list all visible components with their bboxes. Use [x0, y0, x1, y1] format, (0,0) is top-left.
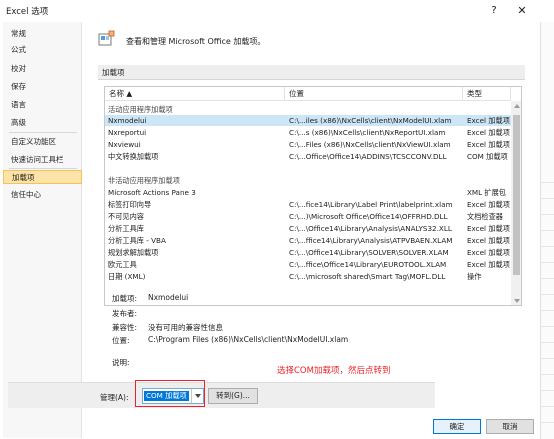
detail-desc-label: 说明:	[112, 358, 130, 367]
addin-name: 分析工具库	[108, 224, 144, 233]
sidebar-item-formulas[interactable]: 公式	[3, 43, 82, 57]
addin-type: 操作	[467, 272, 482, 281]
title-bar: Excel 选项 ? ✕	[0, 0, 554, 20]
table-row[interactable]: 分析工具库 C:\...\Office14\Library\Analysis\A…	[105, 223, 511, 234]
addin-type: XML 扩展包	[467, 188, 506, 197]
addin-name: Nxviewui	[108, 140, 141, 149]
column-header-location[interactable]: 位置	[285, 87, 463, 101]
scroll-up-arrow-icon[interactable]	[514, 104, 520, 108]
addin-location: C:\...\microsoft shared\Smart Tag\MOFL.D…	[289, 272, 446, 281]
detail-location-label: 位置:	[112, 336, 130, 345]
table-row[interactable]: Nxmodelui C:\...iles (x86)\NxCells\clien…	[105, 115, 511, 126]
table-row[interactable]: 不可见内容 C:\...)\Microsoft Office\Office14\…	[105, 211, 511, 222]
sidebar-divider	[9, 132, 77, 133]
sidebar: 常规 公式 校对 保存 语言 高级 自定义功能区 快速访问工具栏 加载项 信任中…	[3, 22, 82, 438]
detail-compat-label: 兼容性:	[112, 323, 138, 332]
sidebar-item-proofing[interactable]: 校对	[3, 62, 82, 76]
sidebar-item-customize-ribbon[interactable]: 自定义功能区	[3, 135, 82, 149]
scroll-down-arrow-icon[interactable]	[514, 299, 520, 303]
addin-type: COM 加载项	[467, 152, 508, 161]
sidebar-item-trust-center[interactable]: 信任中心	[3, 188, 82, 202]
sidebar-item-save[interactable]: 保存	[3, 80, 82, 94]
addin-location: C:\...ffice14\Library\Analysis\ATPVBAEN.…	[289, 236, 453, 245]
addin-location: C:\...fice14\Library\Label Print\labelpr…	[289, 200, 453, 209]
scroll-thumb[interactable]	[513, 115, 520, 275]
addin-type: Excel 加载项	[467, 140, 510, 149]
table-row[interactable]: 标签打印向导 C:\...fice14\Library\Label Print\…	[105, 199, 511, 210]
ok-button[interactable]: 确定	[433, 419, 481, 434]
sidebar-item-addins[interactable]: 加载项	[3, 170, 82, 184]
addin-name: 不可见内容	[108, 212, 144, 221]
addin-type: Excel 加载项	[467, 116, 510, 125]
sidebar-item-quick-access-toolbar[interactable]: 快速访问工具栏	[3, 153, 82, 167]
background-worksheet	[540, 22, 554, 439]
table-row[interactable]: Nxreportui C:\...s (x86)\NxCells\client\…	[105, 127, 511, 138]
addin-name: 分析工具库 - VBA	[108, 236, 166, 245]
detail-compat-value: 没有可用的兼容性信息	[148, 323, 223, 332]
addin-name: 标签打印向导	[108, 200, 152, 209]
table-row[interactable]: 欧元工具 C:\...ffice\Office14\Library\EUROTO…	[105, 259, 511, 270]
sidebar-divider	[9, 168, 77, 169]
addin-location: C:\...)\Microsoft Office\Office14\OFFRHD…	[289, 212, 448, 221]
addin-name: Nxmodelui	[108, 116, 147, 125]
addin-name: 欧元工具	[108, 260, 137, 269]
addins-icon	[98, 30, 115, 46]
go-button[interactable]: 转到(G)...	[208, 388, 258, 404]
addin-location: C:\...iles (x86)\NxCells\client\NxModelU…	[289, 116, 452, 125]
annotation-text: 选择COM加载项，然后点转到	[277, 366, 391, 376]
addin-name: 规划求解加载项	[108, 248, 159, 257]
inactive-group-title: 非活动应用程序加载项	[108, 176, 180, 185]
addin-name: Nxreportui	[108, 128, 147, 137]
addin-type: Excel 加载项	[467, 128, 510, 137]
table-row[interactable]: 分析工具库 - VBA C:\...ffice14\Library\Analys…	[105, 235, 511, 246]
active-group-title: 活动应用程序加载项	[108, 105, 173, 114]
close-button[interactable]: ✕	[514, 3, 530, 18]
detail-addin-label: 加载项:	[112, 294, 138, 303]
addin-location: C:\...\Office14\Library\SOLVER\SOLVER.XL…	[289, 248, 449, 257]
addin-name: Microsoft Actions Pane 3	[108, 188, 196, 197]
addin-name: 中文转换加载项	[108, 152, 159, 161]
detail-location-value: C:\Program Files (x86)\NxCells\client\Nx…	[148, 335, 349, 344]
addin-type: Excel 加载项	[467, 248, 510, 257]
column-header-name[interactable]: 名称 ▲	[105, 87, 285, 101]
manage-label: 管理(A):	[100, 393, 129, 402]
addin-type: Excel 加载项	[467, 260, 510, 269]
addin-location: C:\...s (x86)\NxCells\client\NxReportUI.…	[289, 128, 446, 137]
addins-list[interactable]: 名称 ▲ 位置 类型 活动应用程序加载项 Nxmodelui C:\...ile…	[104, 86, 522, 306]
column-header-type[interactable]: 类型	[463, 87, 511, 101]
cancel-button[interactable]: 取消	[486, 419, 534, 434]
table-row[interactable]: 规划求解加载项 C:\...\Office14\Library\SOLVER\S…	[105, 247, 511, 258]
section-header-addins: 加载项	[98, 65, 525, 80]
addin-type: Excel 加载项	[467, 200, 510, 209]
table-row[interactable]: 中文转换加载项 C:\...Office\Office14\ADDINS\TCS…	[105, 151, 511, 162]
addin-name: 日期 (XML)	[108, 272, 146, 281]
annotation-highlight-box	[135, 380, 205, 407]
addin-location: C:\...Files (x86)\NxCells\client\NxViewU…	[289, 140, 451, 149]
sidebar-item-language[interactable]: 语言	[3, 98, 82, 112]
detail-publisher-label: 发布者:	[112, 309, 138, 318]
help-button[interactable]: ?	[486, 3, 502, 18]
addin-type: Excel 加载项	[467, 236, 510, 245]
addin-location: C:\...ffice\Office14\Library\EUROTOOL.XL…	[289, 260, 447, 269]
table-row[interactable]: Microsoft Actions Pane 3 XML 扩展包	[105, 187, 511, 198]
table-row[interactable]: Nxviewui C:\...Files (x86)\NxCells\clien…	[105, 139, 511, 150]
addin-type: 文档检查器	[467, 212, 503, 221]
addin-location: C:\...Office\Office14\ADDINS\TCSCCONV.DL…	[289, 152, 447, 161]
addin-location: C:\...\Office14\Library\Analysis\ANALYS3…	[289, 224, 452, 233]
window-title: Excel 选项	[6, 7, 49, 17]
list-scrollbar[interactable]	[511, 101, 521, 305]
main-content: 查看和管理 Microsoft Office 加载项。 加载项 名称 ▲ 位置 …	[90, 22, 530, 439]
sidebar-item-advanced[interactable]: 高级	[3, 116, 82, 130]
page-title: 查看和管理 Microsoft Office 加载项。	[126, 37, 266, 46]
table-row[interactable]: 日期 (XML) C:\...\microsoft shared\Smart T…	[105, 271, 511, 282]
addin-type: Excel 加载项	[467, 224, 510, 233]
detail-addin-value: Nxmodelui	[148, 293, 189, 302]
sidebar-item-general[interactable]: 常规	[3, 27, 82, 41]
